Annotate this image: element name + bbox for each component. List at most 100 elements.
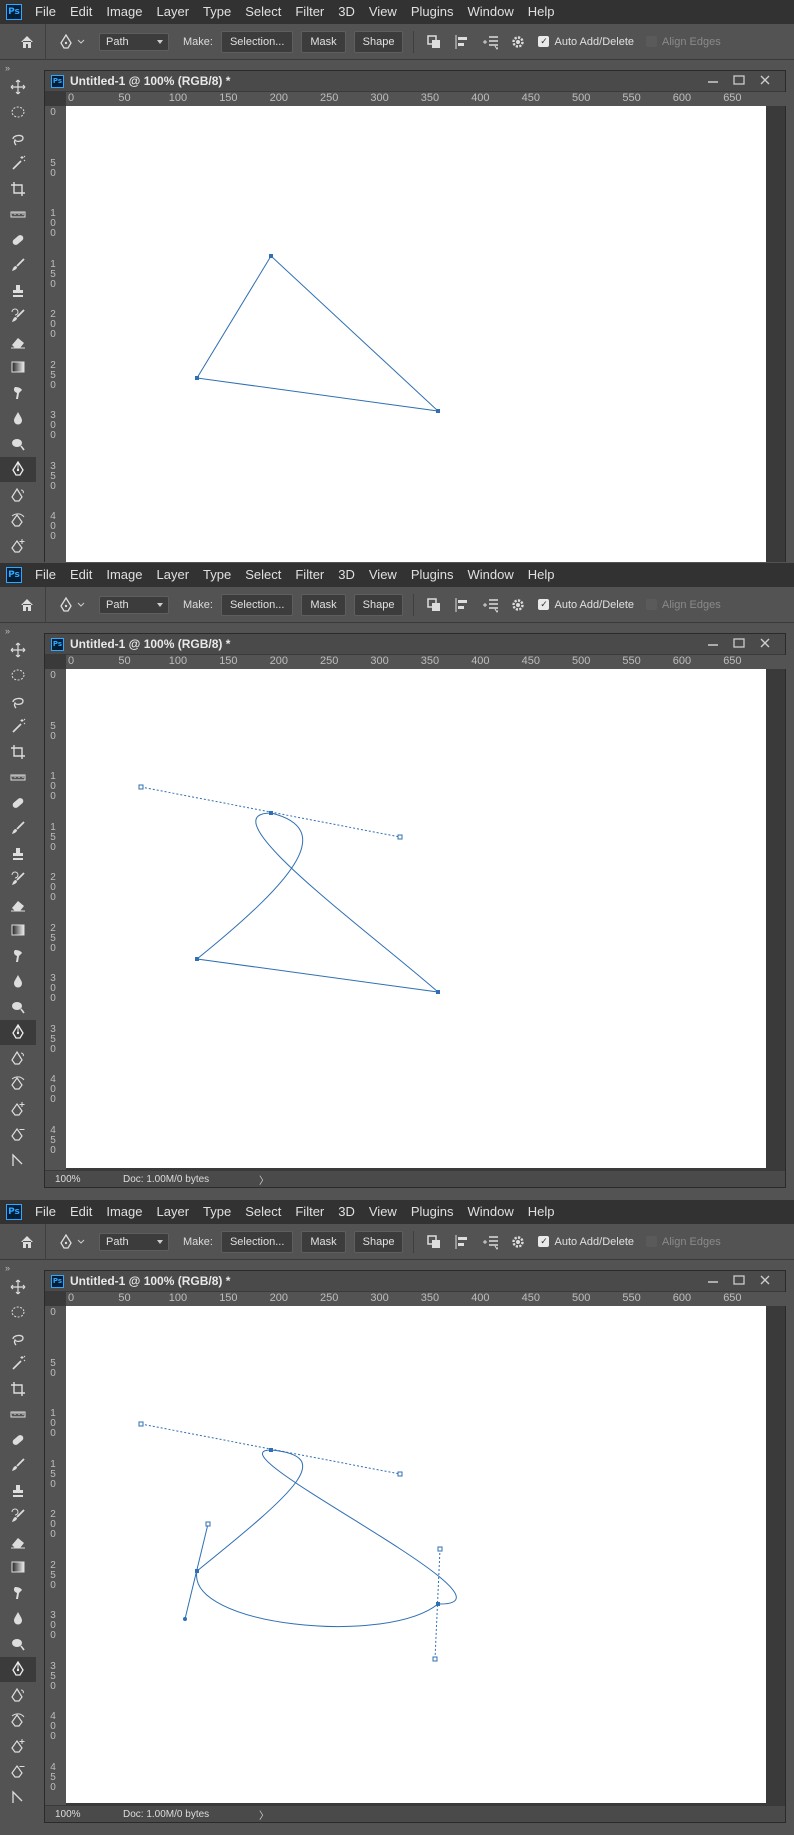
maximize-icon[interactable] (733, 1274, 745, 1288)
align-edges-checkbox[interactable] (646, 36, 657, 47)
pen-icon[interactable] (0, 1019, 36, 1045)
healing-brush-icon[interactable] (0, 227, 36, 253)
curvature-pen-icon[interactable] (0, 508, 36, 534)
move-icon[interactable] (0, 1274, 36, 1300)
brush-icon[interactable] (0, 816, 36, 842)
freeform-pen-icon[interactable] (0, 482, 36, 508)
path-arrangement-icon[interactable] (482, 597, 499, 613)
menu-filter[interactable]: Filter (288, 1200, 331, 1224)
ps-logo-icon[interactable]: Ps (6, 4, 22, 20)
menu-window[interactable]: Window (460, 1200, 520, 1224)
add-anchor-icon[interactable] (0, 533, 36, 559)
blur-drop-icon[interactable] (0, 969, 36, 995)
blur-drop-icon[interactable] (0, 1606, 36, 1632)
path-alignment-icon[interactable] (454, 597, 470, 613)
collapse-panel-icon[interactable]: » (0, 62, 36, 74)
document-tab[interactable]: Ps Untitled-1 @ 100% (RGB/8) * (45, 1271, 785, 1291)
menu-file[interactable]: File (28, 0, 63, 24)
freeform-pen-icon[interactable] (0, 1682, 36, 1708)
home-icon[interactable] (8, 586, 46, 623)
dodge-icon[interactable] (0, 431, 36, 457)
minimize-icon[interactable] (707, 638, 719, 651)
direction-handle[interactable] (432, 1656, 438, 1662)
gear-icon[interactable] (510, 597, 526, 613)
pen-icon[interactable] (0, 1656, 36, 1682)
menu-image[interactable]: Image (99, 0, 149, 24)
canvas[interactable] (66, 669, 766, 1168)
marquee-icon[interactable] (0, 663, 36, 689)
mask-button[interactable]: Mask (301, 593, 346, 616)
marquee-icon[interactable] (0, 100, 36, 126)
gradient-icon[interactable] (0, 918, 36, 944)
eraser-icon[interactable] (0, 1529, 36, 1555)
menu-edit[interactable]: Edit (63, 563, 99, 587)
menu-file[interactable]: File (28, 1200, 63, 1224)
auto-add-delete-checkbox[interactable]: ✓ (538, 599, 550, 610)
menu-select[interactable]: Select (238, 563, 288, 587)
curvature-pen-icon[interactable] (0, 1071, 36, 1097)
gradient-icon[interactable] (0, 1555, 36, 1581)
convert-point-icon[interactable] (0, 1784, 36, 1810)
menu-plugins[interactable]: Plugins (404, 0, 461, 24)
auto-add-delete-checkbox[interactable]: ✓ (538, 36, 550, 47)
lasso-icon[interactable] (0, 125, 36, 151)
tool-preset-picker[interactable] (58, 1233, 85, 1250)
gear-icon[interactable] (510, 1234, 526, 1250)
marquee-icon[interactable] (0, 1300, 36, 1326)
zoom-level[interactable]: 100% (45, 1174, 123, 1185)
brush-icon[interactable] (0, 253, 36, 279)
eraser-icon[interactable] (0, 329, 36, 355)
minimize-icon[interactable] (707, 1275, 719, 1288)
delete-anchor-icon[interactable] (0, 1122, 36, 1148)
menu-layer[interactable]: Layer (150, 563, 197, 587)
curvature-pen-icon[interactable] (0, 1708, 36, 1734)
dodge-icon[interactable] (0, 994, 36, 1020)
history-brush-icon[interactable] (0, 304, 36, 330)
tool-preset-picker[interactable] (58, 33, 85, 50)
lasso-icon[interactable] (0, 1325, 36, 1351)
crop-icon[interactable] (0, 176, 36, 202)
lasso-icon[interactable] (0, 688, 36, 714)
maximize-icon[interactable] (733, 74, 745, 88)
clone-stamp-icon[interactable] (0, 278, 36, 304)
path-arrangement-icon[interactable] (482, 34, 499, 50)
crop-icon[interactable] (0, 739, 36, 765)
close-icon[interactable] (759, 75, 771, 88)
tool-preset-picker[interactable] (58, 596, 85, 613)
ruler-icon[interactable] (0, 202, 36, 228)
menu-layer[interactable]: Layer (150, 1200, 197, 1224)
menu-layer[interactable]: Layer (150, 0, 197, 24)
clone-stamp-icon[interactable] (0, 1478, 36, 1504)
menu-type[interactable]: Type (196, 563, 238, 587)
gradient-icon[interactable] (0, 355, 36, 381)
menu-plugins[interactable]: Plugins (404, 1200, 461, 1224)
path-arrangement-icon[interactable] (482, 1234, 499, 1250)
magic-wand-icon[interactable] (0, 151, 36, 177)
smudge-icon[interactable] (0, 943, 36, 969)
history-brush-icon[interactable] (0, 1504, 36, 1530)
direction-handle[interactable] (183, 1617, 187, 1621)
minimize-icon[interactable] (707, 75, 719, 88)
close-icon[interactable] (759, 638, 771, 651)
anchor-point[interactable] (269, 254, 273, 258)
ps-logo-icon[interactable]: Ps (6, 1204, 22, 1220)
menu-3d[interactable]: 3D (331, 0, 362, 24)
collapse-panel-icon[interactable]: » (0, 625, 36, 637)
menu-image[interactable]: Image (99, 563, 149, 587)
anchor-point[interactable] (195, 1569, 199, 1573)
direction-handle[interactable] (397, 834, 403, 840)
direction-handle[interactable] (138, 784, 144, 790)
path-operations-icon[interactable] (426, 597, 442, 613)
menu-filter[interactable]: Filter (288, 563, 331, 587)
menu-view[interactable]: View (362, 1200, 404, 1224)
ruler-icon[interactable] (0, 765, 36, 791)
healing-brush-icon[interactable] (0, 790, 36, 816)
pen-icon[interactable] (0, 456, 36, 482)
direction-handle[interactable] (138, 1421, 144, 1427)
selection-button[interactable]: Selection... (220, 30, 294, 53)
menu-file[interactable]: File (28, 563, 63, 587)
status-menu-chevron-icon[interactable]: 〉 (259, 1807, 269, 1822)
smudge-icon[interactable] (0, 380, 36, 406)
ruler-icon[interactable] (0, 1402, 36, 1428)
menu-window[interactable]: Window (460, 0, 520, 24)
